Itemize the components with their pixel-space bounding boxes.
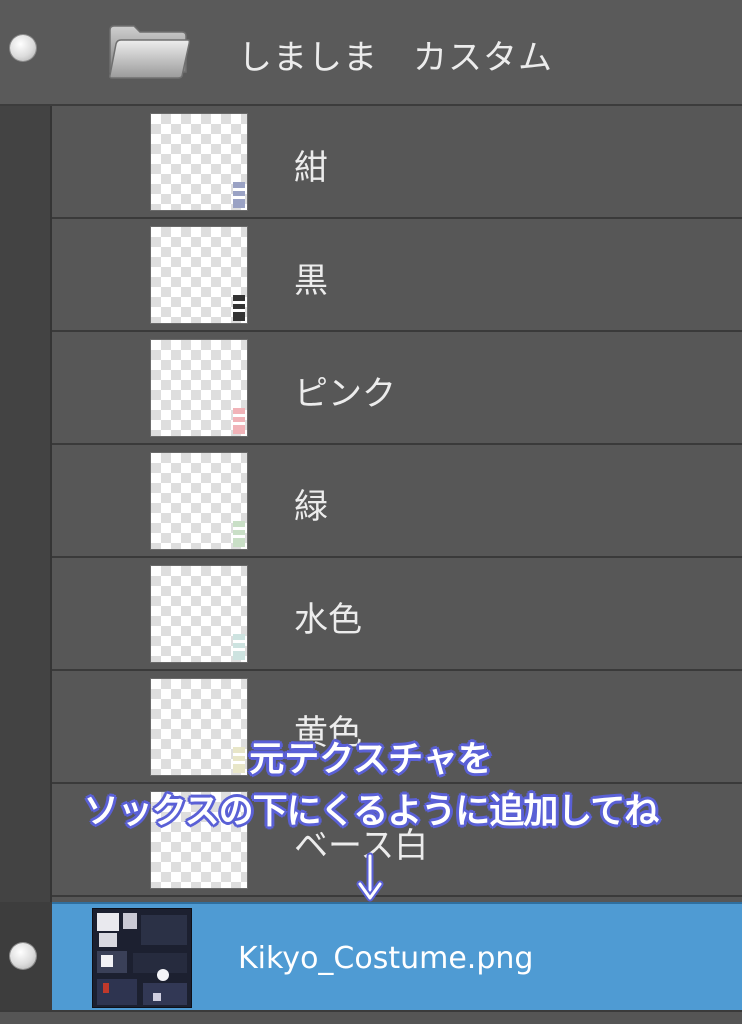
layer-name: ピンク (294, 374, 396, 414)
sock-stripe-mark (233, 408, 245, 434)
sock-stripe-mark (233, 182, 245, 208)
layer-thumbnail (150, 452, 248, 550)
folder-icon (109, 25, 190, 79)
sock-stripe-mark (233, 634, 245, 660)
annotation-line-2: ソックスの下にくるように追加してね (83, 792, 660, 832)
layer-name: 水色 (294, 600, 362, 640)
folder-name: しましま カスタム (238, 38, 553, 78)
layer-panel: しましま カスタム 紺 黒 ピンク 緑 水色 黄色 ベース白 Kikyo_Cos… (0, 0, 742, 1024)
layer-row-black[interactable]: 黒 (52, 219, 742, 332)
layer-row-light-blue[interactable]: 水色 (52, 558, 742, 671)
layer-row-green[interactable]: 緑 (52, 445, 742, 558)
layer-row-selected[interactable]: Kikyo_Costume.png (0, 902, 742, 1010)
layer-thumbnail (150, 113, 248, 211)
sock-stripe-mark (233, 521, 245, 547)
layer-thumbnail (150, 339, 248, 437)
annotation-line-1: 元テクスチャを (249, 740, 493, 780)
layer-row-navy[interactable]: 紺 (52, 106, 742, 219)
layer-thumbnail (150, 226, 248, 324)
layer-name: 紺 (294, 148, 328, 188)
layer-row-pink[interactable]: ピンク (52, 332, 742, 445)
next-layer-row-edge (0, 1010, 742, 1024)
layer-folder-row[interactable]: しましま カスタム (0, 0, 742, 106)
instruction-annotation: 元テクスチャを ソックスの下にくるように追加してね (0, 734, 742, 838)
costume-texture-thumbnail (92, 908, 192, 1008)
layer-name: 緑 (294, 487, 328, 527)
visibility-toggle-icon[interactable] (10, 943, 36, 969)
layer-thumbnail (150, 565, 248, 663)
down-arrow-icon (356, 852, 384, 902)
sock-stripe-mark (233, 295, 245, 321)
costume-texture-preview (93, 909, 191, 1007)
visibility-toggle-icon[interactable] (10, 35, 36, 61)
selected-layer-body[interactable]: Kikyo_Costume.png (52, 902, 742, 1010)
layer-name: 黒 (294, 261, 328, 301)
selected-layer-name: Kikyo_Costume.png (238, 941, 534, 976)
